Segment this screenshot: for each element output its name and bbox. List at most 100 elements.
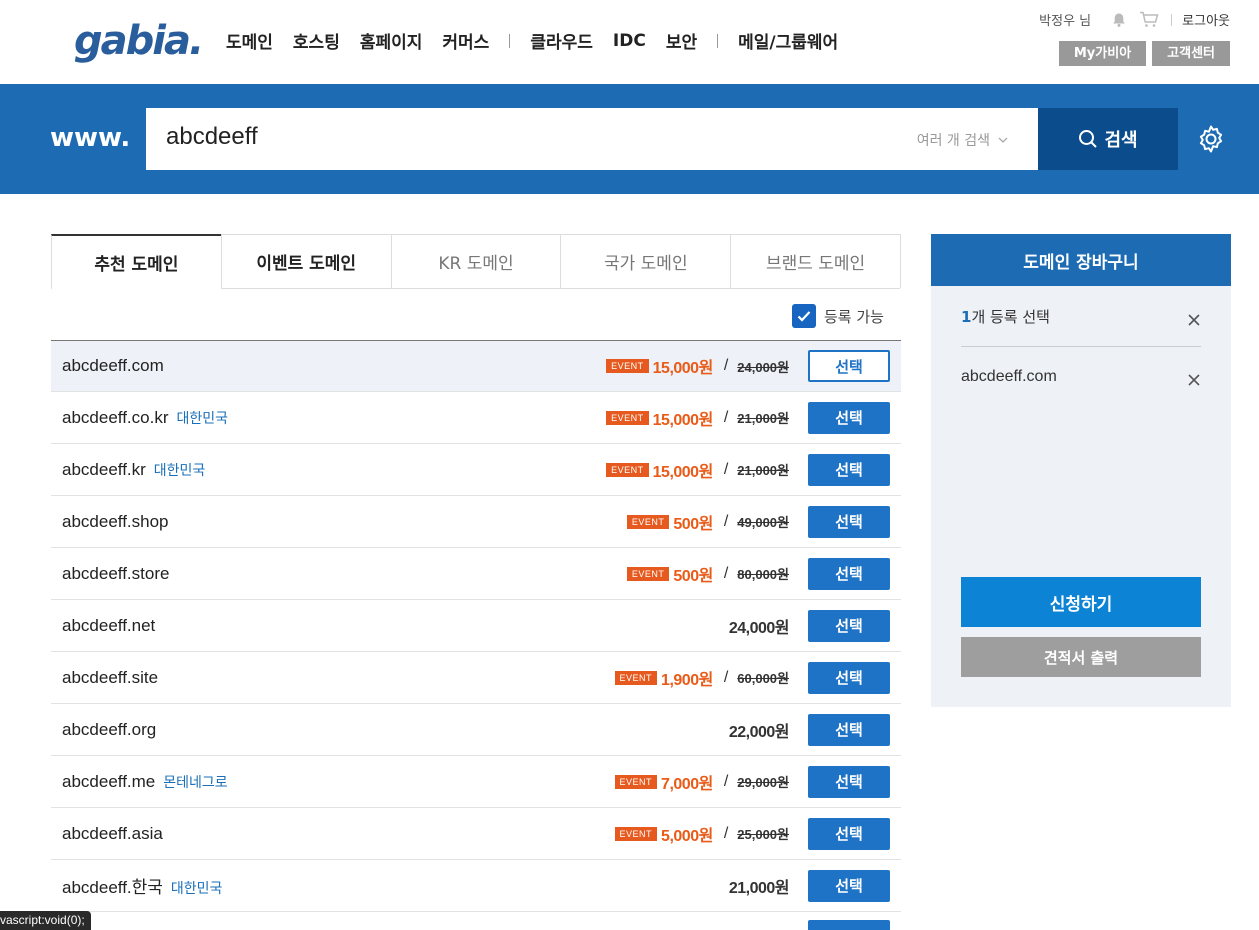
gear-icon[interactable]	[1196, 124, 1226, 158]
available-filter[interactable]: 등록 가능	[792, 304, 884, 328]
nav-divider	[509, 33, 511, 48]
regular-price: 24,000원	[728, 619, 790, 637]
domain-row: abcdeeff.asia EVENT 5,000원 / 25,000원 선택	[51, 808, 901, 860]
domain-name: abcdeeff.한국 대한민국	[62, 873, 222, 898]
cart-icon[interactable]	[1139, 11, 1159, 28]
regular-price: 22,000원	[728, 723, 790, 741]
my-gabia-button[interactable]: My가비아	[1058, 41, 1147, 66]
domain-row: abcdeeff.me 몬테네그로 EVENT 7,000원 / 29,000원 선택	[51, 756, 901, 808]
country-label: 대한민국	[176, 410, 229, 427]
sale-price: 15,000원	[652, 463, 714, 481]
nav-cloud[interactable]: 클라우드	[530, 28, 593, 53]
select-button[interactable]: 선택	[808, 765, 890, 798]
domain-name: abcdeeff.net	[62, 616, 155, 636]
search-button[interactable]: 검색	[1038, 108, 1178, 170]
domain-name: abcdeeff.org	[62, 720, 156, 740]
select-button[interactable]: 선택	[808, 453, 890, 486]
price-separator: /	[723, 460, 729, 478]
status-bar-url: vascript:void(0);	[0, 911, 91, 930]
nav-commerce[interactable]: 커머스	[442, 28, 489, 53]
apply-button[interactable]: 신청하기	[961, 577, 1201, 627]
domain-name-text: abcdeeff.store	[62, 563, 170, 583]
tab-brand[interactable]: 브랜드 도메인	[730, 235, 900, 289]
original-price: 21,000원	[737, 463, 789, 478]
www-prefix: www.	[50, 123, 131, 153]
original-price: 25,000원	[737, 827, 789, 842]
country-label: 대한민국	[153, 462, 206, 479]
select-button[interactable]: 선택	[808, 869, 890, 902]
domain-row: abcdeeff.site EVENT 1,900원 / 60,000원 선택	[51, 652, 901, 704]
domain-name: abcdeeff.me 몬테네그로	[62, 772, 228, 792]
search-box: 여러 개 검색	[146, 108, 1038, 170]
original-price: 24,000원	[737, 359, 789, 375]
tab-event[interactable]: 이벤트 도메인	[220, 235, 391, 289]
nav-homepage[interactable]: 홈페이지	[360, 28, 423, 53]
regular-price: 21,000원	[728, 879, 790, 897]
price-info: EVENT 500원 / 49,000원	[626, 510, 789, 534]
select-button[interactable]: 선택	[808, 505, 890, 538]
event-badge: EVENT	[606, 462, 649, 477]
gabia-logo[interactable]: gabia.	[74, 18, 204, 64]
print-quote-button[interactable]: 견적서 출력	[961, 637, 1201, 677]
domain-row: abcdeeff.net 24,000원 선택	[51, 600, 901, 652]
sale-price: 7,000원	[661, 775, 713, 793]
nav-idc[interactable]: IDC	[613, 31, 646, 51]
select-button[interactable]: 선택	[808, 817, 890, 850]
domain-name-text: abcdeeff.asia	[62, 823, 163, 843]
sale-price: 500원	[673, 515, 713, 533]
original-price: 49,000원	[737, 515, 789, 530]
sale-price: 5,000원	[661, 827, 713, 845]
country-label: 대한민국	[170, 881, 223, 897]
domain-name: abcdeeff.kr 대한민국	[62, 460, 205, 480]
nav-mail-groupware[interactable]: 메일/그룹웨어	[738, 28, 838, 53]
price-info: 21,000원	[728, 874, 790, 898]
support-button[interactable]: 고객센터	[1152, 41, 1230, 66]
search-band: www. 여러 개 검색 검색	[0, 84, 1259, 194]
event-badge: EVENT	[606, 359, 649, 373]
domain-name: abcdeeff.site	[62, 668, 158, 688]
tab-kr[interactable]: KR 도메인	[390, 235, 561, 289]
util-buttons: My가비아 고객센터	[1058, 41, 1230, 66]
tab-recommended[interactable]: 추천 도메인	[51, 234, 221, 289]
select-button[interactable]: 선택	[808, 713, 890, 746]
main-nav: 도메인 호스팅 홈페이지 커머스 클라우드 IDC 보안 메일/그룹웨어	[226, 28, 858, 54]
select-button[interactable]: 선택	[808, 401, 890, 434]
event-badge: EVENT	[626, 514, 670, 529]
price-info: EVENT 15,000원 / 21,000원	[606, 458, 789, 482]
nav-security[interactable]: 보안	[666, 28, 697, 53]
select-button[interactable]: 선택	[808, 350, 890, 382]
domain-search-input[interactable]	[166, 123, 846, 151]
event-badge: EVENT	[606, 410, 649, 425]
select-button[interactable]: 선택	[808, 557, 890, 590]
domain-row: abcdeeff.한국 대한민국 21,000원 선택	[51, 860, 901, 912]
nav-hosting[interactable]: 호스팅	[293, 28, 340, 53]
price-info: EVENT 15,000원 / 21,000원	[606, 406, 789, 430]
close-icon[interactable]	[1188, 311, 1200, 330]
domain-name-text: abcdeeff.net	[62, 615, 156, 635]
available-checkbox[interactable]	[792, 304, 816, 328]
domain-list: abcdeeff.com EVENT 15,000원/24,000원 선택 abcdee…	[51, 340, 901, 912]
tab-country[interactable]: 국가 도메인	[560, 235, 731, 289]
logout-link[interactable]: 로그아웃	[1182, 10, 1230, 29]
domain-name: abcdeeff.asia	[62, 824, 163, 844]
price-separator: /	[723, 824, 729, 842]
available-label: 등록 가능	[824, 307, 884, 326]
price-info: EVENT 1,900원 / 60,000원	[614, 666, 789, 690]
search-button-label: 검색	[1104, 130, 1138, 151]
utility-bar: 박정우 님 로그아웃	[1039, 10, 1230, 29]
bell-icon[interactable]	[1111, 12, 1127, 28]
close-icon[interactable]	[1188, 371, 1200, 390]
price-info: 22,000원	[728, 718, 790, 742]
price-info: EVENT 7,000원 / 29,000원	[614, 770, 789, 794]
cart-count-number: 1	[961, 308, 972, 326]
nav-domain[interactable]: 도메인	[226, 28, 273, 53]
domain-cart: 도메인 장바구니 1개 등록 선택 abcdeeff.com 신청하기 견적서 …	[931, 234, 1231, 707]
domain-name-text: abcdeeff.site	[62, 667, 159, 687]
select-button[interactable]: 선택	[808, 661, 890, 694]
select-button[interactable]: 선택	[808, 609, 890, 642]
domain-name: abcdeeff.com	[62, 356, 164, 376]
multi-search-dropdown[interactable]: 여러 개 검색	[917, 130, 1008, 150]
domain-row: abcdeeff.com EVENT 15,000원 / 24,000원 선택	[51, 341, 901, 392]
price-separator: /	[723, 668, 729, 686]
select-button-partial[interactable]	[808, 920, 890, 930]
